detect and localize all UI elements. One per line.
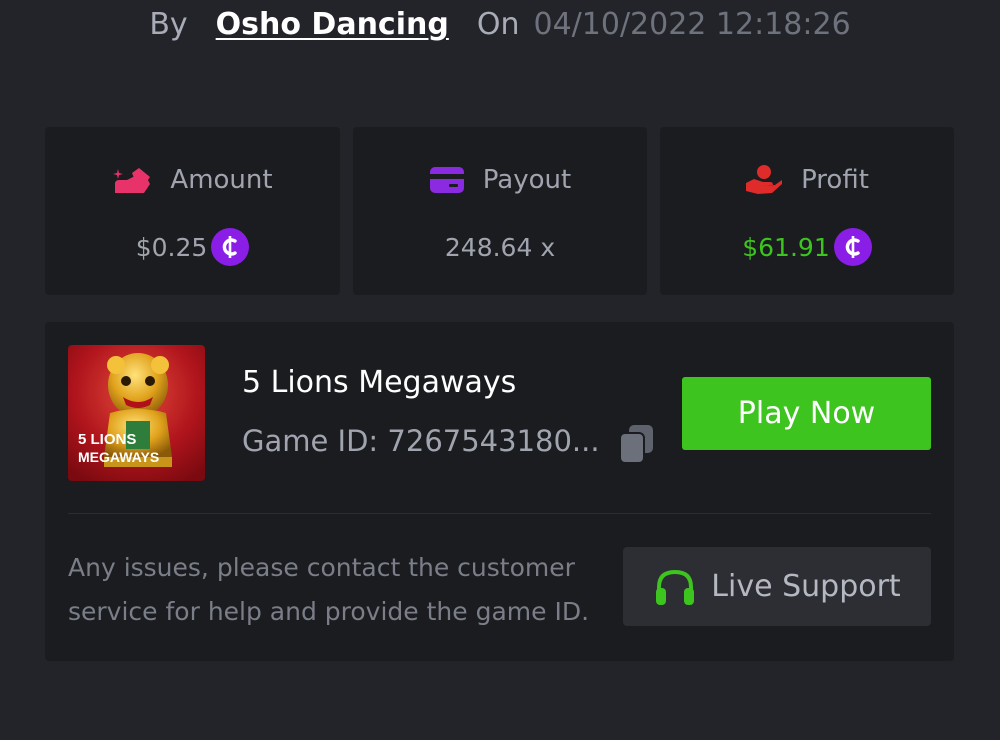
- payout-value: 248.64 x: [444, 232, 556, 262]
- headset-icon: [656, 569, 695, 605]
- profit-label: Profit: [801, 165, 869, 195]
- payout-card: Payout 248.64 x: [353, 127, 647, 295]
- coin-icon: [833, 228, 872, 266]
- coin-icon: [211, 228, 250, 266]
- bet-datetime: 04/10/2022 12:18:26: [533, 6, 851, 42]
- payout-header: Payout: [353, 165, 647, 195]
- profit-value: $61.91: [742, 232, 830, 262]
- play-now-button[interactable]: Play Now: [682, 377, 931, 450]
- thumbnail-title-line2: MEGAWAYS: [78, 449, 159, 465]
- payout-value-row: 248.64 x: [353, 229, 647, 265]
- help-text: Any issues, please contact the customer …: [68, 553, 590, 626]
- thumbnail-title-line1: 5 LIONS: [78, 431, 136, 448]
- game-card: 5 LIONS MEGAWAYS 5 Lions Megaways Game I…: [45, 322, 954, 661]
- profit-card: Profit $61.91: [660, 127, 954, 295]
- hand-profit-icon: [746, 165, 783, 194]
- profit-value-row: $61.91: [660, 228, 954, 266]
- amount-header: Amount: [45, 165, 340, 195]
- live-support-label: Live Support: [711, 569, 901, 604]
- coins-hand-icon: [113, 168, 151, 193]
- profit-header: Profit: [660, 165, 954, 195]
- live-support-button[interactable]: Live Support: [623, 547, 931, 626]
- divider: [68, 513, 931, 514]
- card-icon: [429, 167, 464, 193]
- on-label: On: [476, 6, 520, 42]
- by-label: By: [149, 6, 188, 42]
- game-id: Game ID: 7267543180...: [242, 424, 600, 458]
- bet-byline: By Osho Dancing On 04/10/2022 12:18:26: [0, 0, 1000, 48]
- copy-icon[interactable]: [617, 423, 657, 465]
- amount-value-row: $0.25: [45, 228, 340, 266]
- amount-label: Amount: [170, 165, 273, 195]
- author-link[interactable]: Osho Dancing: [216, 7, 449, 42]
- amount-value: $0.25: [135, 232, 208, 262]
- payout-label: Payout: [482, 165, 572, 195]
- amount-card: Amount $0.25: [45, 127, 340, 295]
- game-title: 5 Lions Megaways: [242, 365, 517, 400]
- game-thumbnail[interactable]: 5 LIONS MEGAWAYS: [68, 345, 205, 481]
